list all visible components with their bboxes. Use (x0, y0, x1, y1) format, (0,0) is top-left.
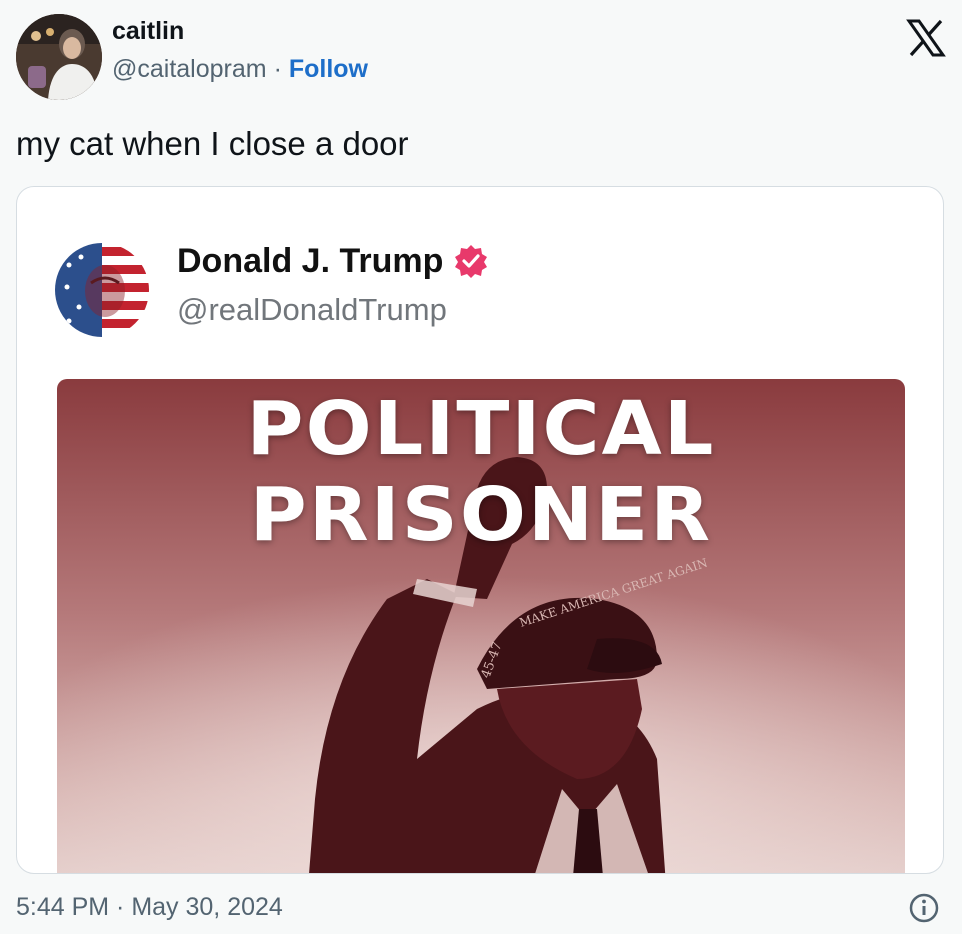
quoted-tweet-card[interactable]: Donald J. Trump @realDonaldTrump MAKE AM… (16, 186, 944, 874)
tweet-text: my cat when I close a door (16, 125, 409, 162)
author-handle[interactable]: @caitalopram (112, 55, 267, 83)
handle-separator: · (273, 55, 282, 83)
author-meta: caitlin @caitalopram · Follow (112, 17, 368, 85)
poster-title-line-2: PRISONER (249, 472, 713, 558)
info-icon[interactable] (908, 892, 940, 924)
tweet-header: caitlin @caitalopram · Follow (16, 14, 368, 100)
quoted-meta: Donald J. Trump @realDonaldTrump (177, 242, 489, 330)
quoted-display-name[interactable]: Donald J. Trump (177, 240, 443, 282)
quoted-header: Donald J. Trump @realDonaldTrump (55, 242, 489, 337)
poster-title-line-1: POLITICAL (246, 386, 716, 472)
verified-badge-icon (455, 245, 488, 278)
author-display-name[interactable]: caitlin (112, 15, 368, 47)
tweet-embed: caitlin @caitalopram · Follow my cat whe… (0, 0, 962, 934)
quoted-media-image[interactable]: MAKE AMERICA GREAT AGAIN 45-47 POLITICAL… (57, 379, 905, 873)
quoted-name-row: Donald J. Trump (177, 240, 489, 282)
author-handle-row: @caitalopram · Follow (112, 53, 368, 85)
tweet-timestamp[interactable]: 5:44 PM · May 30, 2024 (16, 890, 283, 924)
follow-button[interactable]: Follow (289, 55, 368, 83)
x-logo-icon[interactable] (906, 18, 946, 58)
author-avatar[interactable] (16, 14, 102, 100)
quoted-handle[interactable]: @realDonaldTrump (177, 290, 489, 330)
quoted-author-avatar[interactable] (55, 243, 149, 337)
